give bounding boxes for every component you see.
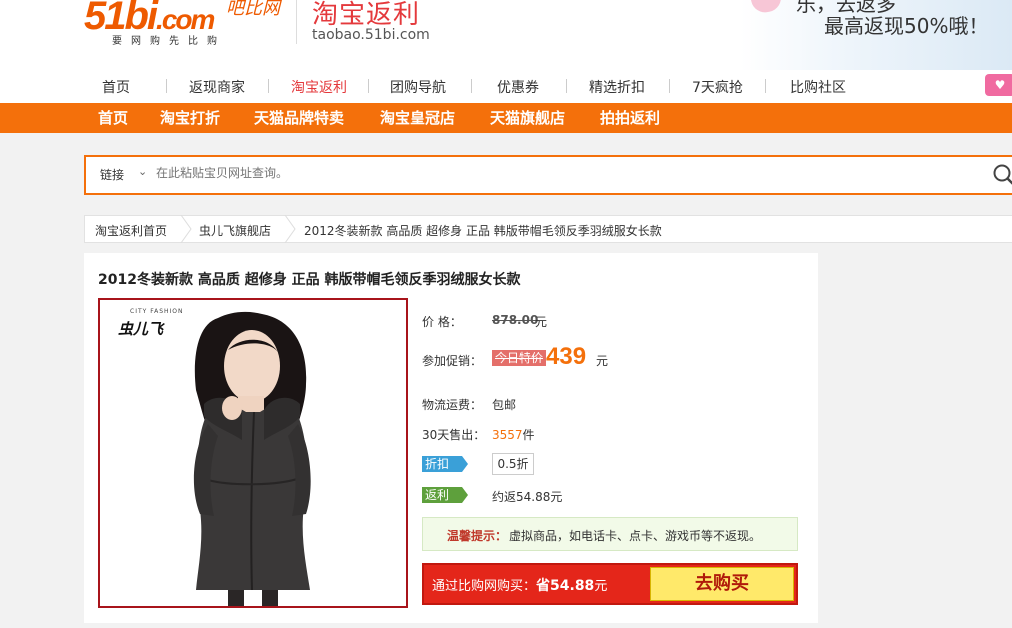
nav-item-community[interactable]: 比购社区: [790, 77, 846, 97]
logo-script-text: 吧比网: [226, 0, 280, 19]
subnav-item-tmall-flagship[interactable]: 天猫旗舰店: [490, 107, 565, 128]
nav-separator: [765, 79, 766, 93]
original-price: 878.00: [492, 313, 539, 327]
rebate-tag: 返利: [422, 487, 468, 503]
shipping-value: 包邮: [492, 398, 517, 412]
subnav-item-taobao-discount[interactable]: 淘宝打折: [160, 107, 220, 128]
site-domain: taobao.51bi.com: [312, 27, 430, 43]
discount-value: 0.5折: [492, 453, 534, 475]
subnav-item-paipai-rebate[interactable]: 拍拍返利: [600, 107, 660, 128]
promo-tag: 今日特价: [492, 350, 547, 366]
buy-bar-savings: 省54.88: [536, 578, 595, 594]
nav-item-home[interactable]: 首页: [102, 77, 130, 97]
nav-item-7day-deals[interactable]: 7天疯抢: [692, 77, 743, 97]
breadcrumb-item-store[interactable]: 虫儿飞旗舰店: [199, 222, 271, 239]
notice-box: 温馨提示： 虚拟商品，如电话卡、点卡、游戏币等不返现。: [422, 517, 798, 551]
nav-separator: [166, 79, 167, 93]
site-logo[interactable]: 51bi.com 吧比网 要网购先比购: [84, 0, 284, 47]
promo-banner[interactable]: 乐，去返多 最高返现50%哦！: [740, 0, 1012, 70]
nav-item-taobao-rebate[interactable]: 淘宝返利: [291, 77, 347, 97]
nav-item-group-buy[interactable]: 团购导航: [390, 77, 446, 97]
heart-decoration-icon: [750, 0, 784, 15]
heart-icon[interactable]: ♥: [985, 74, 1012, 96]
shipping-label: 物流运费：: [422, 398, 483, 412]
logo-divider: [296, 0, 297, 44]
breadcrumb-separator-icon: [284, 215, 296, 243]
search-input[interactable]: [156, 166, 856, 180]
site-header: 51bi.com 吧比网 要网购先比购 淘宝返利 taobao.51bi.com…: [0, 0, 1012, 70]
sold-label: 30天售出：: [422, 428, 486, 442]
breadcrumb-item-home[interactable]: 淘宝返利首页: [95, 222, 167, 239]
notice-text: 虚拟商品，如电话卡、点卡、游戏币等不返现。: [509, 529, 762, 543]
rebate-value: 约返54.88元: [492, 490, 563, 504]
product-title: 2012冬装新款 高品质 超修身 正品 韩版带帽毛领反季羽绒服女长款: [98, 272, 521, 288]
promo-label: 参加促销：: [422, 354, 483, 368]
primary-nav: 首页 返现商家 淘宝返利 团购导航 优惠券 精选折扣 7天疯抢 比购社区 ♥: [0, 70, 1012, 103]
nav-separator: [368, 79, 369, 93]
promo-line-2: 最高返现50%哦！: [824, 14, 989, 38]
coat-model-illustration: [193, 311, 311, 606]
nav-separator: [268, 79, 269, 93]
search-icon[interactable]: [992, 163, 1012, 189]
subnav-item-crown-stores[interactable]: 淘宝皇冠店: [380, 107, 455, 128]
sale-price-unit: 元: [596, 354, 609, 368]
original-price-unit: 元: [535, 315, 548, 329]
breadcrumb-separator-icon: [180, 215, 192, 243]
price-label: 价 格：: [422, 315, 462, 329]
notice-label: 温馨提示：: [447, 529, 508, 543]
breadcrumb: 淘宝返利首页 虫儿飞旗舰店 2012冬装新款 高品质 超修身 正品 韩版带帽毛领…: [84, 215, 1012, 243]
product-info: 价 格： 878.00 元 参加促销： 今日特价 439 元 物流运费： 包邮 …: [422, 298, 812, 608]
nav-separator: [566, 79, 567, 93]
buy-bar-prefix: 通过比购网购买：: [432, 579, 537, 594]
search-bar: 链接 ⌄: [84, 155, 1012, 195]
subnav-item-home[interactable]: 首页: [98, 107, 128, 128]
buy-bar: 通过比购网购买：省54.88元 去购买: [422, 563, 798, 605]
nav-item-selected-discounts[interactable]: 精选折扣: [589, 77, 645, 97]
subnav-item-tmall-brand-sale[interactable]: 天猫品牌特卖: [254, 107, 344, 128]
sold-count: 3557: [492, 428, 523, 442]
nav-separator: [471, 79, 472, 93]
secondary-nav: 首页 淘宝打折 天猫品牌特卖 淘宝皇冠店 天猫旗舰店 拍拍返利: [0, 103, 1012, 133]
product-image[interactable]: CITY FASHION 虫儿飞: [98, 298, 408, 608]
nav-separator: [669, 79, 670, 93]
nav-item-cashback-merchants[interactable]: 返现商家: [189, 77, 245, 97]
sale-price: 439: [546, 343, 587, 370]
logo-slogan: 要网购先比购: [112, 36, 226, 47]
chevron-down-icon[interactable]: ⌄: [138, 165, 147, 178]
product-card: 2012冬装新款 高品质 超修身 正品 韩版带帽毛领反季羽绒服女长款 CITY …: [84, 253, 818, 623]
buy-bar-unit: 元: [594, 579, 608, 594]
nav-item-coupons[interactable]: 优惠券: [497, 77, 539, 97]
breadcrumb-item-product: 2012冬装新款 高品质 超修身 正品 韩版带帽毛领反季羽绒服女长款: [304, 224, 662, 238]
go-buy-button[interactable]: 去购买: [650, 567, 794, 601]
logo-dotcom-text: .com: [156, 4, 215, 35]
search-type-label[interactable]: 链接: [100, 166, 124, 183]
sold-unit: 件: [522, 428, 535, 442]
discount-tag: 折扣: [422, 456, 468, 472]
